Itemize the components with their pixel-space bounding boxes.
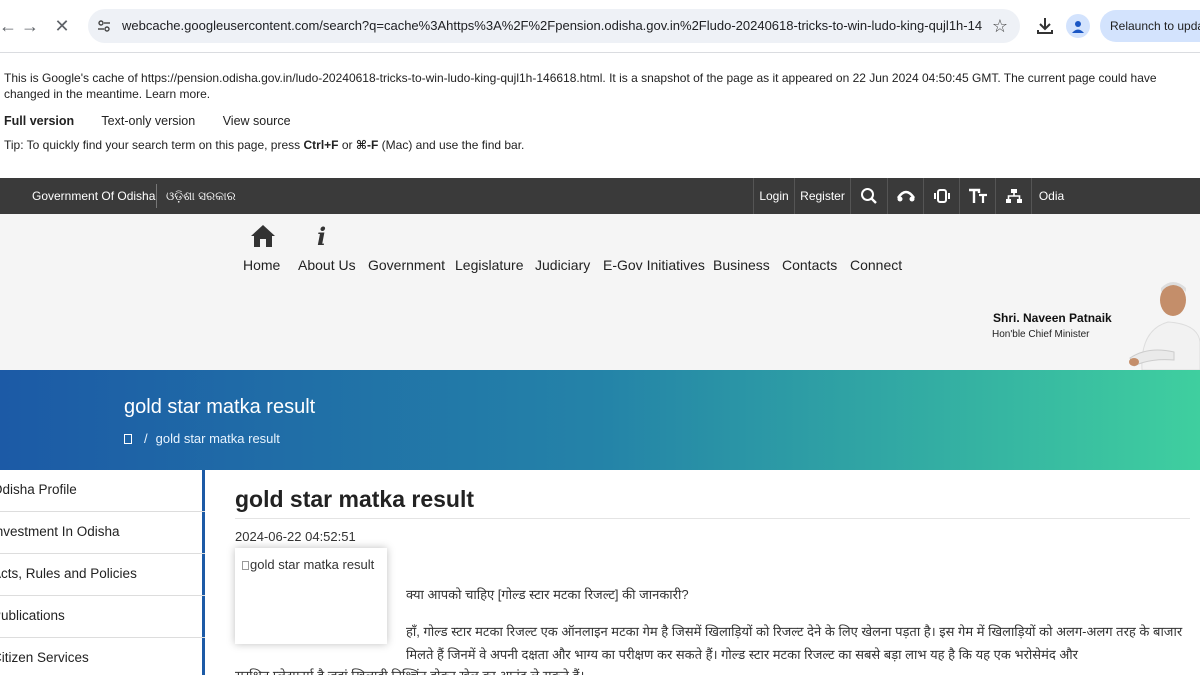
nav-government[interactable]: Government [368,257,445,273]
page-title: gold star matka result [124,396,316,418]
stop-loading-icon[interactable]: ✕ [50,14,74,38]
language-odia-link[interactable]: Odia [1031,178,1071,214]
chief-minister-title: Hon'ble Chief Minister [992,329,1090,340]
download-icon[interactable] [1034,15,1056,37]
government-of-odisha-link[interactable]: Government Of Odisha [32,189,155,203]
info-icon[interactable]: i [317,222,326,251]
nav-e-gov-initiatives[interactable]: E-Gov Initiatives [603,257,705,273]
chief-minister-photo [1129,282,1200,370]
breadcrumb-separator: / [144,431,148,446]
view-source-link[interactable]: View source [223,114,291,128]
nav-judiciary[interactable]: Judiciary [535,257,590,273]
sidebar-item-citizen-services[interactable]: Citizen Services [0,638,205,675]
contrast-icon[interactable] [923,178,959,214]
nav-business[interactable]: Business [713,257,770,273]
forward-icon[interactable]: → [18,14,42,38]
broken-image-icon [242,561,249,570]
screen-reader-icon[interactable] [887,178,923,214]
browser-toolbar: ← → ✕ webcache.googleusercontent.com/sea… [0,0,1200,53]
cache-version-links: Full version Text-only version View sour… [4,114,315,128]
nav-legislature[interactable]: Legislature [455,257,524,273]
government-top-bar: Government Of Odisha ଓଡ଼ିଶା ସରକାର Login … [0,178,1200,214]
article-paragraph: हाँ, गोल्ड स्टार मटका रिजल्ट एक ऑनलाइन म… [406,624,1183,662]
text-size-icon[interactable] [959,178,995,214]
sitemap-icon[interactable] [995,178,1031,214]
main-navigation: i Home About Us Government Legislature J… [0,214,1200,370]
sidebar-item-acts-rules[interactable]: Acts, Rules and Policies [0,554,205,596]
tip-key-cmd-f: ⌘-F [355,138,379,152]
tip-key-ctrl-f: Ctrl+F [303,138,339,152]
divider [235,518,1190,519]
site-settings-icon[interactable] [96,18,112,34]
sidebar-item-publications[interactable]: Publications [0,596,205,638]
register-label: Register [800,189,845,203]
breadcrumb: / gold star matka result [124,431,280,446]
breadcrumb-home-icon[interactable] [124,434,132,444]
relaunch-button[interactable]: Relaunch to update [1100,10,1200,42]
sidebar-item-odisha-profile[interactable]: Odisha Profile [0,470,205,512]
tip-text-or: or [338,138,356,152]
broken-image-alt: gold star matka result [242,557,374,572]
search-icon[interactable] [850,178,887,214]
full-version-link[interactable]: Full version [4,114,74,128]
sidebar-item-investment[interactable]: Investment In Odisha [0,512,205,554]
image-alt-text: gold star matka result [250,557,375,572]
cache-tip: Tip: To quickly find your search term on… [4,138,524,152]
article-date: 2024-06-22 04:52:51 [235,529,356,544]
article-paragraph: क्या आपको चाहिए [गोल्ड स्टार मटका रिजल्ट… [406,587,689,602]
nav-home[interactable]: Home [243,257,280,273]
language-label: Odia [1038,189,1065,203]
address-bar[interactable]: webcache.googleusercontent.com/search?q=… [88,9,1020,43]
home-icon[interactable] [250,224,276,248]
back-icon[interactable]: ← [0,14,20,38]
sidebar-item-label: Publications [0,608,65,623]
text-only-version-link[interactable]: Text-only version [101,114,195,128]
chief-minister-name: Shri. Naveen Patnaik [993,311,1112,325]
nav-about-us[interactable]: About Us [298,257,356,273]
article-image: gold star matka result [235,548,387,644]
bookmark-star-icon[interactable]: ☆ [992,16,1008,37]
url-text[interactable]: webcache.googleusercontent.com/search?q=… [122,18,982,33]
page-hero-banner: gold star matka result / gold star matka … [0,370,1200,470]
article-title: gold star matka result [235,486,475,512]
nav-contacts[interactable]: Contacts [782,257,837,273]
article-paragraph: सुरक्षित प्लेटफार्म है जहां खिलाड़ी निश्… [235,666,1190,675]
tip-text: Tip: To quickly find your search term on… [4,138,304,152]
sidebar-item-label: Citizen Services [0,650,89,665]
divider [156,184,157,208]
government-odia-link[interactable]: ଓଡ଼ିଶା ସରକାର [166,189,236,204]
sidebar-item-label: Acts, Rules and Policies [0,566,137,581]
register-link[interactable]: Register [794,178,850,214]
login-link[interactable]: Login [753,178,794,214]
sidebar: Odisha Profile Investment In Odisha Acts… [0,470,205,675]
cache-message: This is Google's cache of https://pensio… [4,71,1157,101]
sidebar-item-label: Odisha Profile [0,482,77,497]
tip-text-suffix: (Mac) and use the find bar. [378,138,525,152]
login-label: Login [759,189,789,203]
sidebar-item-label: Investment In Odisha [0,524,120,539]
breadcrumb-current: gold star matka result [155,431,280,446]
cache-banner: This is Google's cache of https://pensio… [0,54,1200,178]
nav-connect[interactable]: Connect [850,257,902,273]
profile-avatar-icon[interactable] [1066,14,1090,38]
